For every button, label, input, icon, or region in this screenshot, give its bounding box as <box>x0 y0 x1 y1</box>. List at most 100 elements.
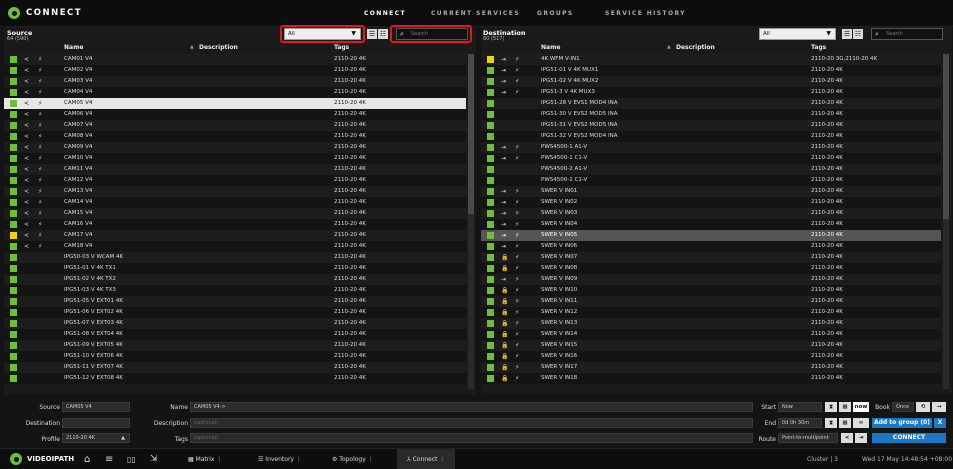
detail-view-icon[interactable]: ☷ <box>853 29 863 39</box>
table-row[interactable]: 🔒 ⚡ SWER V IN18 2110-20 4K <box>481 373 941 384</box>
table-row[interactable]: 🔒 ⚡ SWER V IN08 2110-20 4K <box>481 263 941 274</box>
menu-icon[interactable]: ≡ <box>105 449 113 469</box>
table-row[interactable]: ⇥ ⚡ SWER V IN01 2110-20 4K <box>481 186 941 197</box>
tab-service-history[interactable]: SERVICE HISTORY <box>605 10 686 17</box>
list-view-icon[interactable]: ☰ <box>842 29 852 39</box>
tab-groups[interactable]: GROUPS <box>537 10 574 17</box>
table-row[interactable]: IPG51-05 V EXT01 4K 2110-20 4K <box>4 296 466 307</box>
source-scrollbar[interactable] <box>468 54 474 389</box>
table-row[interactable]: < ⚡ CAM10 V4 2110-20 4K <box>4 153 466 164</box>
tags-field[interactable]: (optional) <box>190 433 753 443</box>
table-row[interactable]: IPG51-31 V EVS2 MOD5 INA 2110-20 4K <box>481 120 941 131</box>
destination-scroll-thumb[interactable] <box>943 54 949 219</box>
destination-scrollbar[interactable] <box>943 54 949 389</box>
hourglass-icon[interactable]: ⧗ <box>825 418 837 428</box>
table-row[interactable]: 🔒 ⚡ SWER V IN15 2110-20 4K <box>481 340 941 351</box>
table-row[interactable]: ⇥ ⚡ SWER V IN02 2110-20 4K <box>481 197 941 208</box>
detail-view-icon[interactable]: ☷ <box>378 29 388 39</box>
table-row[interactable]: < ⚡ CAM01 V4 2110-20 4K <box>4 54 466 65</box>
table-row[interactable]: IPG51-32 V EVS2 MOD4 INA 2110-20 4K <box>481 131 941 142</box>
table-row[interactable]: < ⚡ CAM11 V4 2110-20 4K <box>4 164 466 175</box>
table-row[interactable]: < ⚡ CAM16 V4 2110-20 4K <box>4 219 466 230</box>
table-row[interactable]: IPG51-09 V EXT05 4K 2110-20 4K <box>4 340 466 351</box>
table-row[interactable]: < ⚡ CAM15 V4 2110-20 4K <box>4 208 466 219</box>
table-row[interactable]: < ⚡ CAM02 V4 2110-20 4K <box>4 65 466 76</box>
table-row[interactable]: 🔒 ⚡ SWER V IN11 2110-20 4K <box>481 296 941 307</box>
table-row[interactable]: ⇥ ⚡ SWER V IN03 2110-20 4K <box>481 208 941 219</box>
tab-connect[interactable]: CONNECT <box>364 10 406 17</box>
table-row[interactable]: IPG51-28 V EVS1 MOD4 INA 2110-20 4K <box>481 98 941 109</box>
table-row[interactable]: IPG51-01 V 4K TX1 2110-20 4K <box>4 263 466 274</box>
tab-current-services[interactable]: CURRENT SERVICES <box>431 10 520 17</box>
table-row[interactable]: IPG51-08 V EXT04 4K 2110-20 4K <box>4 329 466 340</box>
source-field[interactable]: CAM05 V4 <box>62 402 130 412</box>
hourglass-icon[interactable]: ⧗ <box>825 402 837 412</box>
now-button[interactable]: now <box>853 402 869 412</box>
table-row[interactable]: < ⚡ CAM07 V4 2110-20 4K <box>4 120 466 131</box>
profile-select[interactable]: 2110-20 4K ▲ <box>62 433 130 443</box>
table-row[interactable]: < ⚡ CAM17 V4 2110-20 4K <box>4 230 466 241</box>
start-field[interactable]: Now <box>778 402 822 412</box>
destination-col-tags[interactable]: Tags <box>811 44 826 51</box>
table-row[interactable]: ⇥ ⚡ PWS4500-1 A1-V 2110-20 4K <box>481 142 941 153</box>
book-icon[interactable]: ▯▯ <box>127 449 136 469</box>
table-row[interactable]: ⇥ ⚡ SWER V IN09 2110-20 4K <box>481 274 941 285</box>
table-row[interactable]: IPG51-02 V 4K TX2 2110-20 4K <box>4 274 466 285</box>
source-scroll-thumb[interactable] <box>468 54 474 214</box>
table-row[interactable]: IPG50-03 V WCAM 4K 2110-20 4K <box>4 252 466 263</box>
table-row[interactable]: < ⚡ CAM18 V4 2110-20 4K <box>4 241 466 252</box>
table-row[interactable]: < ⚡ CAM14 V4 2110-20 4K <box>4 197 466 208</box>
table-row[interactable]: 🔒 ⚡ SWER V IN16 2110-20 4K <box>481 351 941 362</box>
table-row[interactable]: IPG51-07 V EXT03 4K 2110-20 4K <box>4 318 466 329</box>
footer-tab-inventory[interactable]: ☰ Inventory ⋮ <box>258 449 302 469</box>
calendar-icon[interactable]: ▦ <box>839 418 851 428</box>
table-row[interactable]: < ⚡ CAM06 V4 2110-20 4K <box>4 109 466 120</box>
table-row[interactable]: 🔒 ⚡ SWER V IN14 2110-20 4K <box>481 329 941 340</box>
table-row[interactable]: IPG51-06 V EXT02 4K 2110-20 4K <box>4 307 466 318</box>
source-col-name[interactable]: Name <box>64 44 83 51</box>
table-row[interactable]: ⇥ ⚡ 4K WFM V-IN1 2110-20 3G,2110-20 4K <box>481 54 941 65</box>
table-row[interactable]: ⇥ ⚡ SWER V IN06 2110-20 4K <box>481 241 941 252</box>
table-row[interactable]: ⇥ ⚡ IPG51-01 V 4K MUX1 2110-20 4K <box>481 65 941 76</box>
list-view-icon[interactable]: ☰ <box>367 29 377 39</box>
destination-col-description[interactable]: Description <box>676 44 715 51</box>
table-row[interactable]: IPG51-10 V EXT06 4K 2110-20 4K <box>4 351 466 362</box>
book-select[interactable]: Once <box>892 402 914 412</box>
description-field[interactable]: (optional) <box>190 418 753 428</box>
route-select[interactable]: Point-to-multipoint <box>778 433 838 443</box>
destination-filter-select[interactable]: All ▼ <box>759 28 836 40</box>
table-row[interactable]: 🔒 ⚡ SWER V IN07 2110-20 4K <box>481 252 941 263</box>
add-to-group-button[interactable]: Add to group (0) <box>872 418 932 428</box>
enter-icon[interactable]: ⇥ <box>855 433 867 443</box>
table-row[interactable]: ⇥ ⚡ SWER V IN04 2110-20 4K <box>481 219 941 230</box>
table-row[interactable]: 🔒 ⚡ SWER V IN12 2110-20 4K <box>481 307 941 318</box>
table-row[interactable]: PWS4500-2 A1-V 2110-20 4K <box>481 164 941 175</box>
table-row[interactable]: ⇥ ⚡ PWS4500-1 C1-V 2110-20 4K <box>481 153 941 164</box>
connect-button[interactable]: CONNECT <box>872 433 946 443</box>
table-row[interactable]: < ⚡ CAM04 V4 2110-20 4K <box>4 87 466 98</box>
table-row[interactable]: < ⚡ CAM08 V4 2110-20 4K <box>4 131 466 142</box>
table-row[interactable]: 🔒 ⚡ SWER V IN10 2110-20 4K <box>481 285 941 296</box>
arrow-right-icon[interactable]: → <box>932 402 946 412</box>
repeat-icon[interactable]: ⟲ <box>916 402 930 412</box>
destination-col-name[interactable]: Name <box>541 44 560 51</box>
table-row[interactable]: ⇥ ⚡ IPG51-02 V 4K MUX2 2110-20 4K <box>481 76 941 87</box>
calendar-icon[interactable]: ▦ <box>839 402 851 412</box>
table-row[interactable]: 🔒 ⚡ SWER V IN17 2110-20 4K <box>481 362 941 373</box>
close-button[interactable]: X <box>934 418 946 428</box>
source-col-tags[interactable]: Tags <box>334 44 349 51</box>
infinity-icon[interactable]: ∞ <box>853 418 869 428</box>
table-row[interactable]: < ⚡ CAM12 V4 2110-20 4K <box>4 175 466 186</box>
name-field[interactable]: CAM05 V4-> <box>190 402 753 412</box>
table-row[interactable]: < ⚡ CAM13 V4 2110-20 4K <box>4 186 466 197</box>
table-row[interactable]: < ⚡ CAM05 V4 2110-20 4K <box>4 98 466 109</box>
table-row[interactable]: IPG51-11 V EXT07 4K 2110-20 4K <box>4 362 466 373</box>
table-row[interactable]: IPG51-12 V EXT08 4K 2110-20 4K <box>4 373 466 384</box>
table-row[interactable]: IPG51-03 V 4K TX3 2110-20 4K <box>4 285 466 296</box>
home-icon[interactable]: ⌂ <box>84 449 90 469</box>
table-row[interactable]: ⇥ ⚡ SWER V IN05 2110-20 4K <box>481 230 941 241</box>
footer-tab-connect[interactable]: ⅄ Connect ⋮ <box>397 449 456 469</box>
footer-tab-matrix[interactable]: ▦ Matrix ⋮ <box>188 449 222 469</box>
table-row[interactable]: 🔒 ⚡ SWER V IN13 2110-20 4K <box>481 318 941 329</box>
source-col-description[interactable]: Description <box>199 44 238 51</box>
